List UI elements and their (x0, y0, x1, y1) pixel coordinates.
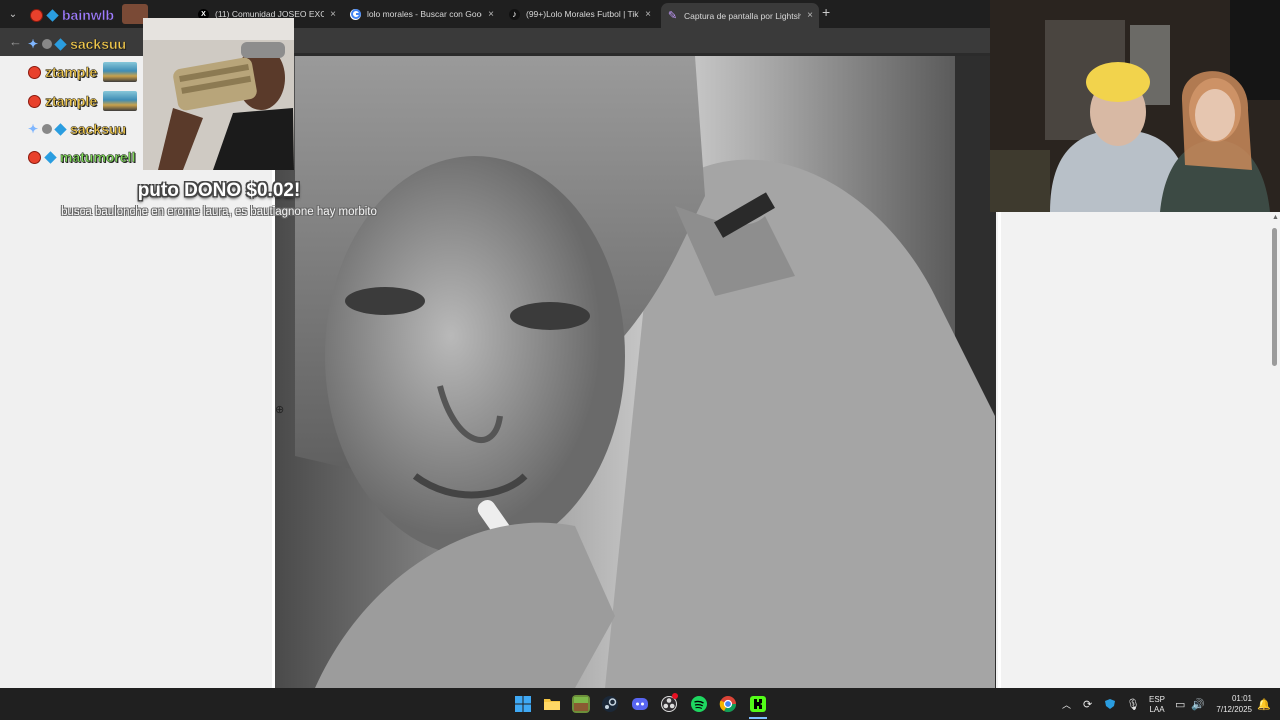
language-code: ESP (1148, 695, 1165, 704)
sync-icon[interactable]: ⟳ (1083, 688, 1092, 720)
scrollbar-thumb[interactable] (1272, 228, 1277, 366)
microphone-icon[interactable]: 🎙 (1126, 688, 1140, 720)
obs-icon[interactable] (660, 693, 678, 713)
tray-overflow-chevron-icon[interactable]: ︿ (1062, 688, 1071, 720)
sword-badge-icon: ✦ (28, 122, 39, 136)
chrome-icon[interactable] (719, 695, 737, 713)
tab-close-button[interactable]: × (488, 9, 494, 20)
file-explorer-icon[interactable] (543, 695, 561, 713)
clock-time: 01:01 (1231, 694, 1252, 703)
blue-gem-badge-icon (54, 37, 67, 51)
keyboard-layout: LAA (1149, 705, 1165, 714)
network-icon[interactable]: ▭ (1175, 688, 1185, 720)
notification-bell-icon[interactable]: 🔔 (1257, 688, 1271, 720)
spotify-icon[interactable] (690, 695, 708, 713)
tab-lightshot[interactable]: ✎ Captura de pantalla por Lightsh × (661, 3, 819, 28)
chat-username: ztample (45, 64, 98, 80)
red-dot-badge-icon (28, 94, 41, 108)
google-icon (350, 8, 361, 20)
chat-message: ✦ sacksuu (28, 32, 126, 56)
tab-search-menu-button[interactable]: ⌄ (0, 0, 26, 28)
minecraft-icon[interactable] (572, 695, 590, 713)
tab-title: (99+)Lolo Morales Futbol | TikT (526, 9, 640, 19)
windows-start-icon[interactable] (514, 695, 532, 713)
red-dot-badge-icon (28, 65, 41, 79)
tab-tiktok[interactable]: ♪ (99+)Lolo Morales Futbol | TikT × (503, 3, 657, 25)
tab-title: lolo morales - Buscar con Goog (367, 9, 483, 19)
chat-username: sacksuu (70, 36, 127, 52)
red-dot-badge-icon (28, 150, 41, 164)
donation-message: busca baulonche en erome laura, es bauti… (61, 206, 377, 218)
notification-dot (672, 693, 678, 699)
chat-message: matumorell (28, 145, 136, 169)
grey-dot-badge-icon (42, 124, 53, 134)
chat-message: ztample (28, 60, 138, 84)
kick-app-icon[interactable] (749, 695, 767, 713)
sword-badge-icon: ✦ (28, 37, 39, 51)
back-arrow-icon[interactable]: ← (9, 34, 22, 49)
chat-username: matumorell (60, 149, 136, 165)
tab-close-button[interactable]: × (645, 9, 651, 20)
vertical-scrollbar[interactable]: ▲ (1270, 212, 1280, 688)
language-indicator[interactable]: ESP LAA (1148, 695, 1166, 715)
chat-emote-image (103, 91, 138, 111)
chat-message: bainwlb (30, 3, 114, 27)
blue-gem-badge-icon (46, 8, 59, 22)
volume-icon[interactable]: 🔊 (1191, 688, 1205, 720)
discord-icon[interactable] (631, 695, 649, 713)
chat-username: sacksuu (70, 121, 127, 137)
chat-username: bainwlb (62, 7, 115, 23)
lightshot-feather-icon: ✎ (667, 10, 678, 22)
page-right-margin (998, 212, 1273, 688)
active-app-indicator (749, 717, 767, 719)
blue-gem-badge-icon (54, 122, 67, 136)
tab-title: Captura de pantalla por Lightsh (684, 10, 802, 21)
system-clock[interactable]: 01:01 7/12/2025 (1208, 693, 1252, 715)
donation-headline: puto DONO $0.02! (137, 180, 301, 201)
tab-google-search[interactable]: lolo morales - Buscar con Goog × (344, 3, 500, 25)
tab-close-button[interactable]: × (807, 10, 813, 21)
blue-gem-badge-icon (44, 150, 57, 164)
security-shield-icon[interactable] (1104, 688, 1116, 720)
scroll-up-arrow-icon[interactable]: ▲ (1272, 214, 1279, 221)
chat-message: ✦ sacksuu (28, 117, 126, 141)
tiktok-icon: ♪ (509, 8, 520, 20)
chat-message: ztample (28, 89, 138, 113)
grey-dot-badge-icon (42, 39, 53, 49)
webcam-overlay-right (990, 0, 1280, 212)
screenshot-image (275, 56, 996, 688)
new-tab-button[interactable]: + (822, 4, 830, 20)
chat-emote-image (103, 62, 138, 82)
webcam-overlay-left (143, 18, 294, 170)
red-dot-badge-icon (30, 8, 43, 22)
steam-icon[interactable] (601, 695, 619, 713)
clock-date: 7/12/2025 (1216, 705, 1252, 714)
tab-close-button[interactable]: × (330, 9, 336, 20)
donation-alert: puto DONO $0.02! busca baulonche en erom… (60, 180, 378, 220)
chat-username: ztample (45, 93, 98, 109)
zoom-cursor-icon: ⊕ (275, 404, 285, 416)
windows-taskbar: ︿ ⟳ 🎙 ESP LAA ▭ 🔊 01:01 7/12/2025 🔔 (0, 688, 1280, 720)
